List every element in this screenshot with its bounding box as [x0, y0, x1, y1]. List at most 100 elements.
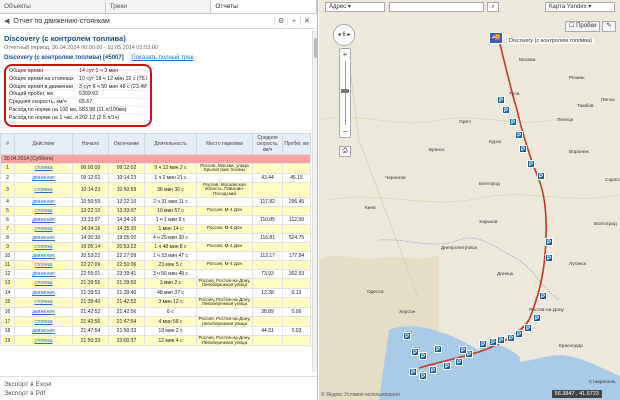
parking-marker-icon[interactable]: P [545, 238, 553, 246]
export-excel-link[interactable]: Экспорт в Excel [4, 380, 314, 389]
parking-marker-icon[interactable]: P [537, 172, 545, 180]
col-start-header[interactable]: Начало [72, 132, 109, 155]
parking-marker-icon[interactable]: P [403, 332, 411, 340]
table-row[interactable]: 14 движение 21:39:53 21:39:40 48 мин 37 с 12.… [0, 287, 311, 298]
action-link[interactable]: стоянка [34, 226, 52, 232]
parking-marker-icon[interactable]: P [509, 118, 517, 126]
parking-marker-icon[interactable]: P [411, 348, 419, 356]
table-row[interactable]: 8 движение 14:35:30 19:05:00 4 ч 29 мин 30 с… [0, 232, 311, 243]
parking-marker-icon[interactable]: P [502, 106, 510, 114]
action-link[interactable]: движение [32, 271, 55, 277]
action-link[interactable]: стоянка [34, 319, 52, 325]
action-link[interactable]: стоянка [34, 299, 52, 305]
table-row[interactable]: 3 стоянка 10:14:23 10:50:59 36 мин 36 с Росси… [0, 181, 311, 198]
col-end-header[interactable]: Окончание [108, 132, 145, 155]
col-speed-header[interactable]: Средняя скорость, км/ч [252, 132, 283, 155]
action-link[interactable]: стоянка [34, 280, 52, 286]
show-full-track-link[interactable]: Показать полный трек [131, 55, 193, 61]
tab-tracks[interactable]: Треки [106, 0, 212, 13]
action-link[interactable]: движение [32, 235, 55, 241]
parking-marker-icon[interactable]: P [443, 362, 451, 370]
back-arrow-icon[interactable]: ◀ [4, 17, 9, 25]
action-link[interactable]: стоянка [34, 338, 52, 344]
zoom-track[interactable] [345, 61, 346, 125]
print-icon[interactable]: ⎙ [339, 146, 351, 157]
col-mileage-header[interactable]: Пробег, км [282, 132, 311, 155]
address-search[interactable]: Адрес ▾ [325, 2, 385, 12]
action-link[interactable]: движение [32, 199, 55, 205]
map-type-select[interactable]: Карта Yandex ▾ [545, 2, 615, 12]
table-row[interactable]: 2 движение 09:12:02 10:14:23 1 ч 2 мин 21 с 4… [0, 172, 311, 183]
parking-marker-icon[interactable]: P [409, 368, 417, 376]
parking-marker-icon[interactable]: P [434, 345, 442, 353]
parking-marker-icon[interactable]: P [507, 334, 515, 342]
settings-gear-icon[interactable]: ⚙ [274, 17, 287, 25]
action-link[interactable]: движение [32, 309, 55, 315]
parking-marker-icon[interactable]: P [429, 366, 437, 374]
action-link[interactable]: движение [32, 253, 55, 259]
traffic-button[interactable]: ☐ Пробки [565, 21, 601, 32]
table-row[interactable]: 18 движение 21:47:54 21:50:33 19 мин 2 с 44.3… [0, 326, 311, 337]
parking-marker-icon[interactable]: P [519, 145, 527, 153]
parking-marker-icon[interactable]: P [419, 352, 427, 360]
col-place-header[interactable]: Место парковки [196, 132, 253, 155]
address-input[interactable] [389, 2, 484, 12]
pan-control[interactable]: ◂ 6 ▸ [333, 24, 355, 46]
scrollbar-thumb[interactable] [314, 38, 317, 58]
table-row[interactable]: 1 стоянка 00:00:00 09:12:02 9 ч 12 мин 2 с Ро… [0, 162, 311, 174]
parking-marker-icon[interactable]: P [455, 358, 463, 366]
table-row[interactable]: 19 стоянка 21:50:33 22:00:37 12 мин 4 с Росси… [0, 335, 311, 347]
zoom-in-icon[interactable]: + [340, 50, 350, 59]
col-num-header[interactable]: # [0, 132, 15, 155]
parking-marker-icon[interactable]: P [533, 314, 541, 322]
parking-marker-icon[interactable]: P [497, 96, 505, 104]
zoom-out-icon[interactable]: − [340, 127, 350, 136]
parking-marker-icon[interactable]: P [489, 338, 497, 346]
table-row[interactable]: 13 стоянка 21:39:55 21:39:50 3 мин 2 с Россия… [0, 277, 311, 289]
table-row[interactable]: 9 стоянка 19:05:14 20:53:22 1 ч 48 мин 8 с Ро… [0, 241, 311, 252]
table-row[interactable]: 16 движение 21:42:52 21:42:56 6 с 38.89 0.06 [0, 306, 311, 317]
action-link[interactable]: движение [32, 290, 55, 296]
table-row[interactable]: 17 стоянка 21:42:56 21:47:54 4 мин 58 с Росси… [0, 315, 311, 328]
action-link[interactable]: стоянка [34, 165, 52, 171]
parking-marker-icon[interactable]: P [459, 346, 467, 354]
parking-marker-icon[interactable]: P [419, 372, 427, 380]
search-icon[interactable]: ⌕ [487, 2, 499, 12]
parking-marker-icon[interactable]: P [479, 340, 487, 348]
tab-reports[interactable]: Отчеты [211, 0, 317, 13]
parking-marker-icon[interactable]: P [497, 336, 505, 344]
parking-marker-icon[interactable]: P [527, 160, 535, 168]
action-link[interactable]: стоянка [34, 208, 52, 214]
table-row[interactable]: 15 стоянка 21:39:40 21:42:52 3 мин 12 с Росси… [0, 296, 311, 308]
parking-marker-icon[interactable]: P [539, 292, 547, 300]
ruler-icon[interactable]: ✎ [602, 21, 616, 32]
table-row[interactable]: 12 движение 22:59:01 23:39:41 3 ч 56 мин 48 … [0, 268, 311, 279]
table-row[interactable]: 10 движение 20:53:22 22:27:09 1 ч 33 мин 47 … [0, 250, 311, 261]
action-link[interactable]: движение [32, 328, 55, 334]
parking-marker-icon[interactable]: P [545, 254, 553, 262]
tab-objects[interactable]: Объекты [0, 0, 106, 13]
table-row[interactable]: 6 движение 13:33:07 14:34:16 1 ч 1 мин 9 с 11… [0, 214, 311, 225]
col-action-header[interactable]: Действие [14, 132, 73, 155]
table-row[interactable]: 5 стоянка 13:22:10 13:33:07 10 мин 57 с Росси… [0, 205, 311, 216]
parking-marker-icon[interactable]: P [524, 324, 532, 332]
table-row[interactable]: 11 стоянка 22:27:09 22:50:06 23 мин 5 с Росси… [0, 259, 311, 270]
action-link[interactable]: стоянка [34, 262, 52, 268]
add-plus-icon[interactable]: + [287, 17, 300, 25]
action-link[interactable]: стоянка [34, 244, 52, 250]
zoom-slider-knob[interactable] [341, 89, 349, 93]
parking-marker-icon[interactable]: P [515, 131, 523, 139]
export-pdf-link[interactable]: Экспорт в Pdf [4, 389, 314, 398]
col-duration-header[interactable]: Длительность [144, 132, 197, 155]
zoom-control[interactable]: + − [339, 48, 351, 138]
close-icon[interactable]: ✕ [300, 17, 313, 25]
action-link[interactable]: движение [32, 217, 55, 223]
report-scrollbar[interactable] [312, 30, 317, 372]
action-link[interactable]: стоянка [34, 187, 52, 193]
table-row[interactable]: 7 стоянка 14:34:16 14:35:30 1 мин 14 с Россия… [0, 223, 311, 234]
parking-marker-icon[interactable]: P [515, 330, 523, 338]
map-view[interactable]: Адрес ▾ ⌕ Карта Yandex ▾ ☐ Пробки ✎ ◂ 6 … [319, 0, 620, 400]
table-row[interactable]: 4 движение 10:50:59 13:22:10 2 ч 31 мин 11 с… [0, 196, 311, 207]
action-link[interactable]: движение [32, 175, 55, 181]
car-marker-icon[interactable]: 🚚 [489, 32, 503, 44]
